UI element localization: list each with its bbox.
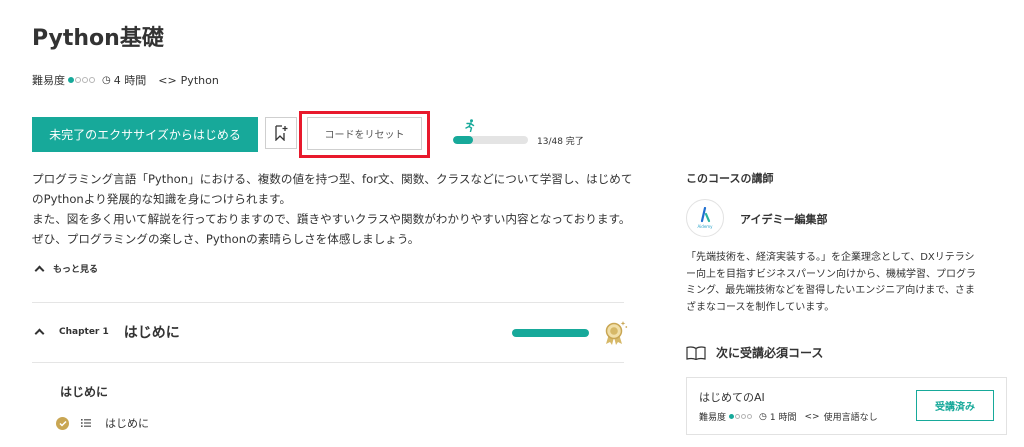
aidemy-logo-icon [700, 207, 711, 223]
chapter-number: Chapter 1 [59, 327, 109, 337]
check-icon [56, 416, 69, 430]
difficulty-dot-filled [68, 77, 74, 83]
difficulty-dot-empty [741, 414, 747, 419]
list-icon [81, 419, 91, 427]
difficulty-dot-empty [75, 77, 81, 83]
reset-code-button[interactable]: コードをリセット [307, 117, 422, 150]
description-line: プログラミング言語「Python」における、複数の値を持つ型、for文、関数、ク… [32, 172, 633, 186]
chapter-header[interactable]: Chapter 1 はじめに [34, 322, 180, 342]
course-meta: 難易度 ◷ 4 時間 <> Python [32, 72, 219, 88]
code-icon: <> [804, 411, 820, 422]
chapter-title: はじめに [123, 325, 180, 341]
start-exercise-button[interactable]: 未完了のエクササイズからはじめる [32, 117, 258, 152]
difficulty-indicator [68, 77, 96, 83]
instructor-heading: このコースの講師 [686, 172, 774, 185]
next-course-heading: 次に受講必須コース [686, 344, 823, 361]
course-language: Python [180, 73, 219, 87]
description-line: のPythonより発展的な知識を身につけられます。 [32, 192, 292, 206]
difficulty-dot-empty [735, 414, 741, 419]
next-course-card[interactable]: はじめてのAI 難易度 ◷ 1 時間 <> 使用言語なし 受講済み [686, 377, 1007, 435]
bio-line: ミング、最先端技術などを習得したいエンジニア向けまで、さま [686, 285, 975, 296]
bio-line: ざまなコースを制作しています。 [686, 301, 835, 313]
lesson-item[interactable]: はじめに [56, 415, 149, 431]
course-duration: 4 時間 [113, 74, 147, 87]
next-course-meta: 難易度 ◷ 1 時間 <> 使用言語なし [699, 410, 878, 424]
description-line: また、図を多く用いて解説を行っておりますので、躓きやすいクラスや関数がわかりやす… [32, 212, 631, 226]
bio-line: ー向上を目指すビジネスパーソン向けから、機械学習、プログラ [686, 268, 976, 280]
show-more-label: もっと見る [53, 265, 99, 275]
progress-text: 13/48 完了 [537, 137, 584, 147]
bio-line: 「先端技術を、経済実装する。」を企業理念として、DXリテラシ [686, 252, 975, 263]
clock-icon: ◷ [102, 74, 111, 86]
next-course-language: 使用言語なし [823, 413, 878, 423]
medal-icon [605, 321, 628, 345]
section-title: はじめに [60, 385, 109, 399]
divider [32, 362, 624, 363]
course-progress-fill [453, 136, 474, 144]
instructor-avatar[interactable]: Aidemy [686, 199, 724, 237]
chevron-up-icon [34, 265, 45, 275]
difficulty-label: 難易度 [32, 74, 65, 87]
course-progress-bar [453, 136, 528, 144]
show-more-toggle[interactable]: もっと見る [34, 262, 99, 275]
instructor-name[interactable]: アイデミー編集部 [740, 211, 827, 227]
chapter-progress-bar [512, 329, 589, 337]
code-icon: <> [158, 73, 177, 87]
difficulty-indicator [729, 414, 753, 419]
course-title: Python基礎 [32, 26, 164, 51]
clock-icon: ◷ [759, 411, 767, 422]
description-line: ぜひ、プログラミングの楽しさ、Pythonの素晴らしさを体感しましょう。 [32, 232, 420, 246]
avatar-brand: Aidemy [697, 224, 713, 229]
difficulty-dot-filled [729, 414, 735, 419]
next-course-duration: 1 時間 [769, 413, 797, 423]
difficulty-dot-empty [747, 414, 753, 419]
instructor-bio: 「先端技術を、経済実装する。」を企業理念として、DXリテラシ ー向上を目指すビジ… [686, 250, 1002, 316]
bookmark-button[interactable] [265, 117, 297, 149]
difficulty-label: 難易度 [699, 413, 727, 423]
book-icon [686, 345, 706, 360]
difficulty-dot-empty [89, 77, 95, 83]
bookmark-add-icon [275, 125, 288, 141]
chevron-up-icon [34, 328, 45, 339]
next-course-heading-label: 次に受講必須コース [716, 346, 824, 360]
lesson-title: はじめに [105, 417, 149, 430]
course-description: プログラミング言語「Python」における、複数の値を持つ型、for文、関数、ク… [32, 169, 632, 249]
next-course-title[interactable]: はじめてのAI [699, 389, 765, 405]
divider [32, 302, 624, 303]
completed-button[interactable]: 受講済み [916, 390, 994, 421]
runner-icon [465, 119, 475, 132]
difficulty-dot-empty [82, 77, 88, 83]
